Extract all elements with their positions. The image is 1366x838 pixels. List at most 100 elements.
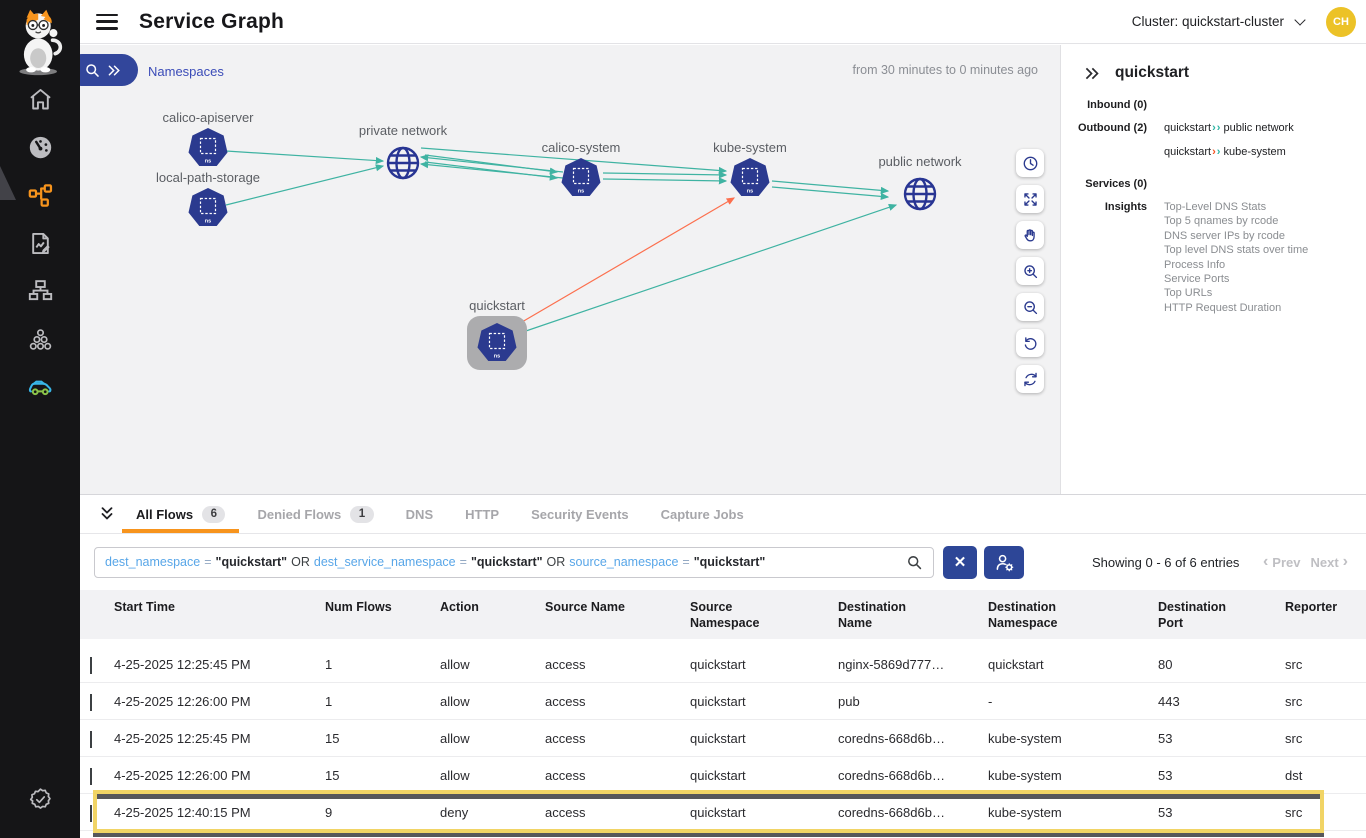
table-row[interactable]: 4-25-2025 12:40:15 PM9denyaccessquicksta…: [80, 794, 1366, 831]
sidebar-item-car[interactable]: [0, 366, 80, 414]
refresh-button[interactable]: [1016, 365, 1044, 393]
cell-reporter: src: [1285, 657, 1366, 672]
column-header-destination-port: Destination Port: [1158, 599, 1285, 639]
column-header-num-flows: Num Flows: [325, 599, 440, 639]
zoom-out-button[interactable]: [1016, 293, 1044, 321]
graph-search-button[interactable]: [80, 54, 138, 86]
svg-text:ns: ns: [747, 189, 753, 195]
sidebar-item-compliance-badge[interactable]: [0, 778, 80, 826]
row-expander[interactable]: [80, 768, 114, 783]
sidebar-item-flow-logs[interactable]: [0, 222, 80, 270]
graph-node-private-network[interactable]: private network: [343, 123, 463, 185]
outbound-link-kube-system[interactable]: quickstart›› kube-system: [1164, 145, 1294, 160]
insight-service-ports[interactable]: Service Ports: [1164, 272, 1308, 286]
column-header-source-namespace: Source Namespace: [690, 599, 838, 639]
cell-action: allow: [440, 768, 545, 783]
flows-table-header: Start TimeNum FlowsActionSource NameSour…: [80, 590, 1366, 639]
table-row[interactable]: 4-25-2025 12:26:00 PM1allowaccessquickst…: [80, 683, 1366, 720]
insight-top-5-qnames-by-rcode[interactable]: Top 5 qnames by rcode: [1164, 214, 1308, 228]
clear-filter-button[interactable]: ✕: [943, 546, 977, 579]
cell-source-name: access: [545, 768, 690, 783]
outbound-to: kube-system: [1220, 145, 1285, 160]
cell-source-namespace: quickstart: [690, 731, 838, 746]
next-button[interactable]: Next›: [1310, 553, 1352, 571]
cluster-selector[interactable]: Cluster: quickstart-cluster: [1132, 14, 1304, 29]
tab-security-events[interactable]: Security Events: [517, 495, 643, 533]
insights-list: Top-Level DNS StatsTop 5 qnames by rcode…: [1164, 200, 1308, 315]
tab-dns[interactable]: DNS: [392, 495, 447, 533]
outbound-from: quickstart: [1164, 145, 1211, 160]
cell-source-name: access: [545, 731, 690, 746]
zoom-in-button[interactable]: [1016, 257, 1044, 285]
graph-node-local-path-storage[interactable]: local-path-storagens: [148, 170, 268, 228]
cell-destination-port: 53: [1158, 805, 1285, 820]
network-globe-icon: [898, 172, 942, 216]
outbound-link-public-network[interactable]: quickstart›› public network: [1164, 121, 1294, 136]
insight-http-request-duration[interactable]: HTTP Request Duration: [1164, 301, 1308, 315]
time-range-button[interactable]: [1016, 149, 1044, 177]
cell-source-namespace: quickstart: [690, 805, 838, 820]
graph-node-kube-system[interactable]: kube-systemns: [690, 140, 810, 198]
graph-canvas[interactable]: Namespaces from 30 minutes to 0 minutes …: [80, 45, 1060, 494]
column-header-destination-namespace: Destination Namespace: [988, 599, 1158, 639]
cell-destination-port: 53: [1158, 768, 1285, 783]
cell-source-name: access: [545, 657, 690, 672]
cell-start-time: 4-25-2025 12:26:00 PM: [114, 694, 325, 709]
insight-top-urls[interactable]: Top URLs: [1164, 286, 1308, 300]
row-expander[interactable]: [80, 805, 114, 820]
pan-button[interactable]: [1016, 221, 1044, 249]
tab-all-flows[interactable]: All Flows 6: [122, 495, 239, 533]
row-expander[interactable]: [80, 731, 114, 746]
cell-start-time: 4-25-2025 12:25:45 PM: [114, 731, 325, 746]
chevron-down-icon: [90, 731, 92, 748]
table-row[interactable]: 4-25-2025 12:25:45 PM1allowaccessquickst…: [80, 646, 1366, 683]
breadcrumb[interactable]: Namespaces: [148, 64, 224, 79]
tab-capture-jobs[interactable]: Capture Jobs: [647, 495, 758, 533]
row-expander[interactable]: [80, 657, 114, 672]
collapse-flows-icon[interactable]: [96, 503, 118, 525]
insight-process-info[interactable]: Process Info: [1164, 258, 1308, 272]
avatar[interactable]: CH: [1326, 7, 1356, 37]
prev-button[interactable]: ‹Prev: [1259, 553, 1301, 571]
column-header-action: Action: [440, 599, 545, 639]
table-row[interactable]: 4-25-2025 12:26:00 PM15allowaccessquicks…: [80, 757, 1366, 794]
tab-count-badge: 6: [202, 506, 225, 523]
collapse-panel-icon[interactable]: [1083, 65, 1100, 82]
cell-destination-namespace: -: [988, 694, 1158, 709]
graph-node-public-network[interactable]: public network: [860, 154, 980, 216]
fit-screen-button[interactable]: [1016, 185, 1044, 213]
filter-token-kw: OR: [291, 555, 310, 569]
sidebar-item-clusters[interactable]: [0, 318, 80, 366]
filter-token-value: "quickstart": [216, 555, 288, 569]
svg-text:ns: ns: [205, 219, 211, 225]
cell-destination-name: pub: [838, 694, 988, 709]
hamburger-menu-icon[interactable]: [96, 14, 118, 30]
cell-source-namespace: quickstart: [690, 657, 838, 672]
graph-node-calico-apiserver[interactable]: calico-apiserverns: [148, 110, 268, 168]
sidebar-item-network-topology[interactable]: [0, 270, 80, 318]
page-title: Service Graph: [139, 10, 284, 34]
chevron-left-icon: ‹: [1263, 553, 1268, 571]
tab-label: Denied Flows: [257, 507, 341, 522]
chevron-down-icon: [90, 694, 92, 711]
insight-dns-server-ips-by-rcode[interactable]: DNS server IPs by rcode: [1164, 229, 1308, 243]
graph-node-calico-system[interactable]: calico-systemns: [521, 140, 641, 198]
tab-label: All Flows: [136, 507, 193, 522]
tab-denied-flows[interactable]: Denied Flows1: [243, 495, 387, 533]
table-row[interactable]: 4-25-2025 12:25:45 PM15allowaccessquicks…: [80, 720, 1366, 757]
undo-button[interactable]: [1016, 329, 1044, 357]
filter-token-field: dest_service_namespace: [314, 555, 456, 569]
cell-source-name: access: [545, 694, 690, 709]
cell-destination-namespace: kube-system: [988, 731, 1158, 746]
user-settings-button[interactable]: [984, 546, 1024, 579]
tab-http[interactable]: HTTP: [451, 495, 513, 533]
cell-destination-name: coredns-668d6b…: [838, 768, 988, 783]
namespace-icon: ns: [730, 158, 770, 198]
insight-top-level-dns-stats[interactable]: Top-Level DNS Stats: [1164, 200, 1308, 214]
graph-node-quickstart[interactable]: quickstartns: [437, 298, 557, 370]
row-expander[interactable]: [80, 694, 114, 709]
flow-filter-input[interactable]: dest_namespace="quickstart"ORdest_servic…: [94, 547, 934, 578]
sidebar-item-home[interactable]: [0, 78, 80, 126]
insight-top-level-dns-stats-over-time[interactable]: Top level DNS stats over time: [1164, 243, 1308, 257]
column-header-source-name: Source Name: [545, 599, 690, 639]
